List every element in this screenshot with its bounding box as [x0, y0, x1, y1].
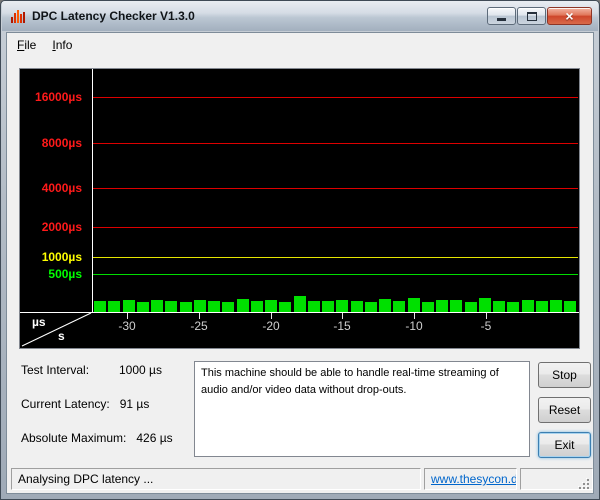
x-unit-label: s	[58, 329, 65, 343]
stat-label: Absolute Maximum:	[21, 431, 126, 445]
client-area: File Info 16000µs8000µs4000µs2000µs1000µ…	[6, 32, 594, 494]
status-bar: Analysing DPC latency ... www.thesycon.d…	[8, 465, 592, 494]
stat-label: Current Latency:	[21, 397, 110, 411]
x-tick-label: -20	[257, 319, 285, 333]
stop-button[interactable]: Stop	[538, 362, 591, 388]
y-unit-label: µs	[32, 315, 46, 329]
x-tick-label: -25	[185, 319, 213, 333]
maximize-button[interactable]	[517, 7, 546, 25]
menu-item-info[interactable]: Info	[44, 35, 80, 55]
stat-label: Test Interval:	[21, 363, 109, 377]
status-link-cell: www.thesycon.de	[424, 468, 517, 490]
reset-button[interactable]: Reset	[538, 397, 591, 423]
latency-chart: 16000µs8000µs4000µs2000µs1000µs500µs -30…	[19, 68, 580, 349]
window-title: DPC Latency Checker V1.3.0	[32, 9, 487, 23]
result-message: This machine should be able to handle re…	[194, 361, 530, 457]
status-text: Analysing DPC latency ...	[11, 468, 421, 490]
stat-value: 91 µs	[120, 397, 150, 411]
x-axis: -30 -25 -20 -15 -10 -5	[20, 69, 579, 348]
x-tick-label: -30	[113, 319, 141, 333]
axis-corner-diagonal	[20, 312, 92, 348]
exit-button[interactable]: Exit	[538, 432, 591, 458]
minimize-icon	[497, 18, 506, 21]
thesycon-link[interactable]: www.thesycon.de	[431, 472, 517, 486]
close-button[interactable]: ×	[547, 7, 592, 25]
window-controls: ×	[487, 7, 592, 25]
stat-test-interval: Test Interval: 1000 µs	[21, 363, 162, 377]
app-icon	[10, 8, 26, 24]
title-bar[interactable]: DPC Latency Checker V1.3.0 ×	[2, 1, 598, 31]
menu-item-file[interactable]: File	[9, 35, 44, 55]
x-tick-label: -15	[328, 319, 356, 333]
stat-value: 426 µs	[136, 431, 172, 445]
stat-absolute-maximum: Absolute Maximum: 426 µs	[21, 431, 173, 445]
x-tick-label: -5	[472, 319, 500, 333]
close-icon: ×	[565, 9, 573, 23]
x-tick-label: -10	[400, 319, 428, 333]
stat-value: 1000 µs	[119, 363, 162, 377]
resize-grip[interactable]	[577, 477, 590, 490]
stat-current-latency: Current Latency: 91 µs	[21, 397, 149, 411]
maximize-icon	[527, 12, 537, 21]
minimize-button[interactable]	[487, 7, 516, 25]
menu-bar: File Info	[7, 33, 593, 56]
app-window: DPC Latency Checker V1.3.0 × File Info 1…	[0, 0, 600, 500]
